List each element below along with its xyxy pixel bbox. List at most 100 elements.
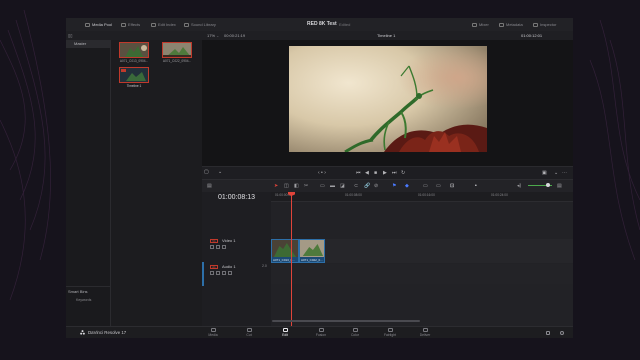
audio-track-header[interactable]: A1 Audio 1 2.0 [202, 264, 271, 277]
timeline-tracks[interactable]: 01:00:00:00 01:00:08:00 01:00:16:00 01:0… [271, 192, 573, 326]
viewer-zoom-icon[interactable]: ⌄ [554, 170, 558, 176]
timeline-thumbnail[interactable] [119, 67, 149, 83]
insert-clip-icon[interactable]: ▭ [320, 183, 325, 189]
timeline-horizontal-scrollbar[interactable] [272, 320, 420, 322]
audio-track-lane[interactable] [271, 264, 573, 284]
linked-selection-icon[interactable]: 🔗 [364, 183, 370, 189]
media-pool-button[interactable]: Media Pool [85, 22, 112, 27]
position-lock-icon[interactable]: ⊘ [374, 183, 378, 189]
jog-icon[interactable]: ‹ • › [318, 170, 326, 176]
resolve-window: Media Pool Effects Edit Index Sound Libr… [66, 18, 573, 338]
page-cut[interactable]: Cut [234, 328, 264, 338]
color-icon [352, 328, 358, 332]
zoom-dropdown-icon[interactable]: ⌄ [216, 33, 219, 38]
snapping-icon[interactable]: ⊂ [354, 183, 358, 189]
track-headers: 01:00:08:13 V1 Video 1 A1 Audio 1 2.0 [202, 192, 272, 326]
audio-channel-label: 2.0 [262, 264, 267, 268]
layout-toggle-icon[interactable]: ▯▯ [68, 33, 72, 38]
flag-icon[interactable]: ⚑ [392, 183, 396, 189]
last-frame-icon[interactable]: ⏭ [392, 170, 397, 176]
mixer-button[interactable]: Mixer [472, 22, 489, 27]
video-track-header[interactable]: V1 Video 1 [202, 238, 271, 251]
page-navigation: DaVinci Resolve 17 Media Cut Edit Fusion… [66, 326, 573, 338]
track-enable-icon[interactable] [222, 245, 226, 249]
timeline-name-caption: Timeline 1 [126, 84, 142, 88]
transport-controls: ▢ ⌄ ‹ • › ⏮ ◀ ■ ▶ ⏭ ↻ ▣ ⌄ ⋯ [202, 166, 573, 179]
more-options-icon[interactable]: ⋯ [562, 170, 567, 176]
viewer-options-icon[interactable]: ▢ [204, 169, 209, 175]
page-edit[interactable]: Edit [270, 328, 300, 338]
ruler-tick: 01:00:08:00 [345, 193, 362, 197]
page-color[interactable]: Color [340, 328, 370, 338]
timeline-ruler[interactable]: 01:00:00:00 01:00:08:00 01:00:16:00 01:0… [271, 192, 573, 202]
ruler-tick: 01:00:24:00 [491, 193, 508, 197]
sound-library-button[interactable]: Sound Library [184, 22, 216, 27]
page-fairlight[interactable]: Fairlight [375, 328, 405, 338]
viewer-options-dropdown-icon[interactable]: ⌄ [218, 169, 222, 175]
timeline-name[interactable]: Timeline 1 [377, 33, 395, 38]
keywords-bin[interactable]: Keywords [76, 298, 91, 302]
zoom-full-icon[interactable]: ▭ [423, 183, 428, 189]
fairlight-icon [387, 328, 393, 332]
first-frame-icon[interactable]: ⏮ [356, 170, 361, 176]
stop-icon[interactable]: ■ [374, 170, 377, 176]
edit-index-button[interactable]: Edit Index [151, 22, 176, 27]
lock-icon[interactable] [210, 271, 214, 275]
timeline-layout-icon[interactable]: ▤ [557, 183, 562, 189]
inspector-icon [533, 22, 538, 27]
solo-icon[interactable] [222, 271, 226, 275]
page-deliver[interactable]: Deliver [410, 328, 440, 338]
audio-level-icon[interactable]: ◂) [517, 183, 521, 189]
blade-tool-icon[interactable]: ✂ [304, 183, 308, 189]
page-fusion[interactable]: Fusion [306, 328, 336, 338]
zoom-detail-icon[interactable]: ▭ [436, 183, 441, 189]
timeline-viewer [202, 40, 573, 185]
divider [66, 286, 110, 287]
timeline-view-options-icon[interactable]: ▤ [207, 183, 212, 189]
metadata-button[interactable]: Metadata [499, 22, 523, 27]
metadata-icon [499, 22, 504, 27]
media-clip-name: A071_C022_0904... [162, 59, 192, 63]
master-bin[interactable]: Master [66, 40, 110, 48]
reverse-icon[interactable]: ◀ [365, 170, 369, 176]
trim-tool-icon[interactable]: ◫ [284, 183, 289, 189]
mute-icon[interactable] [228, 271, 232, 275]
loop-icon[interactable]: ↻ [401, 170, 405, 176]
fullscreen-icon[interactable]: ▣ [542, 170, 547, 176]
media-icon [210, 328, 216, 332]
audio-level-knob[interactable] [546, 183, 550, 187]
resolve-logo [80, 330, 85, 336]
edit-icon [282, 328, 288, 332]
inspector-button[interactable]: Inspector [533, 22, 556, 27]
marker-icon[interactable]: ◆ [405, 183, 409, 189]
zoom-level[interactable]: 17% [207, 33, 215, 38]
media-clip-thumbnail[interactable] [119, 42, 149, 58]
effects-button[interactable]: Effects [121, 22, 140, 27]
brand-label: DaVinci Resolve 17 [80, 330, 126, 336]
auto-select-icon[interactable] [216, 245, 220, 249]
edit-index-icon [151, 22, 156, 27]
selection-tool-icon[interactable]: ➤ [274, 183, 278, 189]
page-media[interactable]: Media [198, 328, 228, 338]
track-badge: V1 [210, 239, 218, 243]
media-pool-grid: A071_C013_0904... A071_C022_0904... Time… [111, 40, 203, 326]
replace-clip-icon[interactable]: ◪ [340, 183, 345, 189]
media-pool-icon [85, 22, 90, 27]
settings-icon[interactable] [560, 331, 564, 335]
zoom-custom-icon[interactable]: ⊡ [450, 183, 454, 189]
timeline-clip[interactable]: A071_C013_0... [271, 239, 299, 263]
track-name: Video 1 [222, 238, 236, 243]
timeline-clip[interactable]: A071_C022_0... [299, 239, 325, 263]
timeline-toolbar: ▤ ➤ ◫ ◧ ✂ ▭ ▬ ◪ ⊂ 🔗 ⊘ ⚑ ◆ ▭ ▭ ⊡ • ◂) ▤ [202, 179, 573, 193]
zoom-slider-icon[interactable]: • [475, 183, 477, 189]
media-clip-thumbnail[interactable] [162, 42, 192, 58]
play-icon[interactable]: ▶ [383, 170, 387, 176]
timeline-playhead[interactable] [291, 192, 292, 326]
auto-select-icon[interactable] [216, 271, 220, 275]
overwrite-clip-icon[interactable]: ▬ [330, 183, 335, 189]
lock-icon[interactable] [210, 245, 214, 249]
dynamic-trim-icon[interactable]: ◧ [294, 183, 299, 189]
home-icon[interactable] [546, 331, 550, 335]
cut-icon [246, 328, 252, 332]
viewer-frame [289, 46, 487, 152]
